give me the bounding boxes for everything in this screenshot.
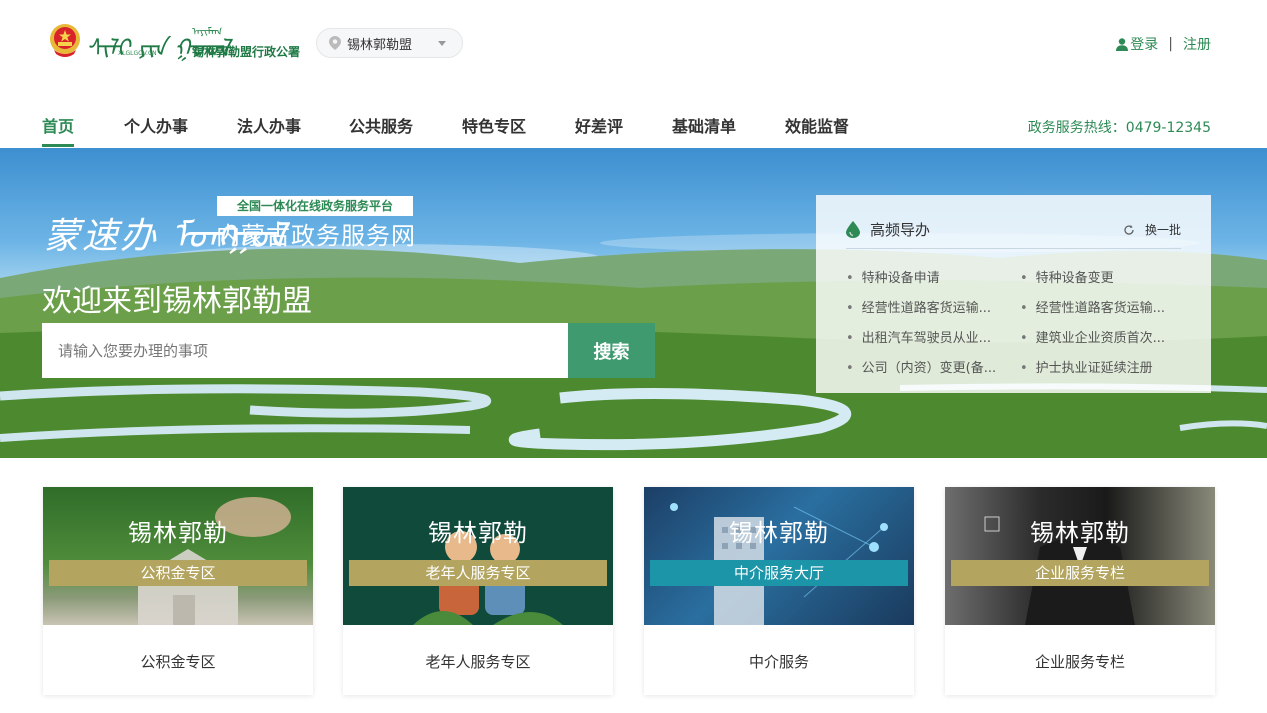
register-link[interactable]: 注册	[1183, 34, 1211, 54]
logo-mongolian-small: ᠠᠶᠢᠮᠠᠭ	[192, 25, 223, 38]
card-housing-fund[interactable]: 锡林郭勒 公积金专区 公积金专区	[43, 487, 313, 695]
refresh-button[interactable]: 换一批	[1123, 221, 1181, 238]
card-strip-label: 中介服务大厅	[650, 560, 908, 586]
card-city-title: 锡林郭勒	[428, 519, 528, 547]
nav-item-legal-person[interactable]: 法人办事	[237, 113, 301, 137]
hot-guide-divider	[846, 248, 1181, 249]
search-button[interactable]: 搜索	[568, 323, 655, 378]
hot-guide-item[interactable]: 经营性道路客货运输...	[846, 297, 991, 316]
main-nav: 首页 个人办事 法人办事 公共服务 特色专区 好差评 基础清单 效能监督 政务服…	[0, 100, 1267, 148]
card-image: 锡林郭勒 公积金专区	[43, 487, 313, 625]
nav-item-home[interactable]: 首页	[42, 113, 74, 137]
house-illustration	[138, 497, 291, 625]
auth-links: 登录 | 注册	[1116, 34, 1211, 54]
user-icon	[1116, 37, 1129, 51]
elderly-illustration	[413, 531, 563, 625]
card-label: 中介服务	[748, 653, 809, 671]
hot-guide-item[interactable]: 护士执业证延续注册	[1020, 357, 1153, 376]
card-city-title: 锡林郭勒	[1030, 519, 1130, 547]
hot-guide-item[interactable]: 特种设备申请	[846, 267, 940, 286]
card-strip-label: 企业服务专栏	[951, 560, 1209, 586]
nav-item-supervision[interactable]: 效能监督	[785, 113, 849, 137]
card-label: 公积金专区	[140, 653, 216, 671]
businessman-illustration	[984, 516, 1135, 625]
region-selected-value: 锡林郭勒盟	[347, 37, 413, 53]
logo-domain: XLGLGOV.CN	[118, 50, 157, 57]
card-city-title: 锡林郭勒	[729, 519, 829, 547]
region-selector[interactable]: 锡林郭勒盟	[316, 28, 463, 58]
location-pin-icon	[329, 36, 341, 50]
chevron-down-icon	[438, 41, 446, 46]
search-input[interactable]	[42, 323, 568, 378]
hot-guide-item[interactable]: 建筑业企业资质首次...	[1020, 327, 1165, 346]
card-label: 企业服务专栏	[1034, 653, 1125, 671]
card-image: 锡林郭勒 中介服务大厅	[644, 487, 914, 625]
hot-guide-item[interactable]: 出租汽车驾驶员从业...	[846, 327, 991, 346]
card-label: 老年人服务专区	[425, 653, 531, 671]
hot-guide-item[interactable]: 经营性道路客货运输...	[1020, 297, 1165, 316]
card-image: 锡林郭勒 老年人服务专区	[343, 487, 613, 625]
login-link[interactable]: 登录	[1130, 34, 1158, 54]
droplet-icon	[846, 221, 860, 238]
nav-item-rating[interactable]: 好差评	[575, 113, 623, 137]
nav-item-personal[interactable]: 个人办事	[124, 113, 188, 137]
site-header: ᠰᠢᠯᠢ ᠶᠢᠨ ᠭᠣᠣᠯ XLGLGOV.CN ᠠᠶᠢᠮᠠᠭ 锡林郭勒盟行政公…	[0, 0, 1267, 85]
hot-guide-item[interactable]: 特种设备变更	[1020, 267, 1114, 286]
nav-item-public-service[interactable]: 公共服务	[349, 113, 413, 137]
national-emblem-icon[interactable]	[48, 22, 82, 58]
welcome-heading: 欢迎来到锡林郭勒盟	[42, 284, 312, 319]
nav-item-featured[interactable]: 特色专区	[462, 113, 526, 137]
nav-active-indicator	[42, 144, 74, 147]
brand-name: 内蒙古政务服务网	[216, 222, 416, 250]
hero-banner: 蒙速办 ᠮᠣᠩᠭᠣᠯ 全国一体化在线政务服务平台 内蒙古政务服务网 欢迎来到锡林…	[0, 148, 1267, 458]
card-image: 锡林郭勒 企业服务专栏	[945, 487, 1215, 625]
card-strip-label: 老年人服务专区	[349, 560, 607, 586]
hot-guide-item[interactable]: 公司（内资）变更(备...	[846, 357, 996, 376]
refresh-label: 换一批	[1144, 223, 1181, 237]
card-enterprise-service[interactable]: 锡林郭勒 企业服务专栏 企业服务专栏	[945, 487, 1215, 695]
hot-guide-panel: 高频导办 换一批 特种设备申请 特种设备变更 经营性道路客货运输... 经营性道…	[816, 195, 1211, 393]
card-city-title: 锡林郭勒	[128, 519, 228, 547]
hot-guide-title: 高频导办	[870, 221, 931, 239]
auth-separator: |	[1168, 36, 1173, 52]
card-strip-label: 公积金专区	[49, 560, 307, 586]
logo-chinese-title[interactable]: 锡林郭勒盟行政公署	[192, 43, 300, 60]
card-agency-service[interactable]: 锡林郭勒 中介服务大厅 中介服务	[644, 487, 914, 695]
brand-tagline: 全国一体化在线政务服务平台	[217, 196, 413, 216]
card-elderly-service[interactable]: 锡林郭勒 老年人服务专区 老年人服务专区	[343, 487, 613, 695]
refresh-icon	[1124, 224, 1134, 235]
service-hotline: 政务服务热线：0479-12345	[1027, 120, 1211, 136]
city-network-illustration	[670, 503, 888, 625]
nav-item-basic-list[interactable]: 基础清单	[672, 113, 736, 137]
